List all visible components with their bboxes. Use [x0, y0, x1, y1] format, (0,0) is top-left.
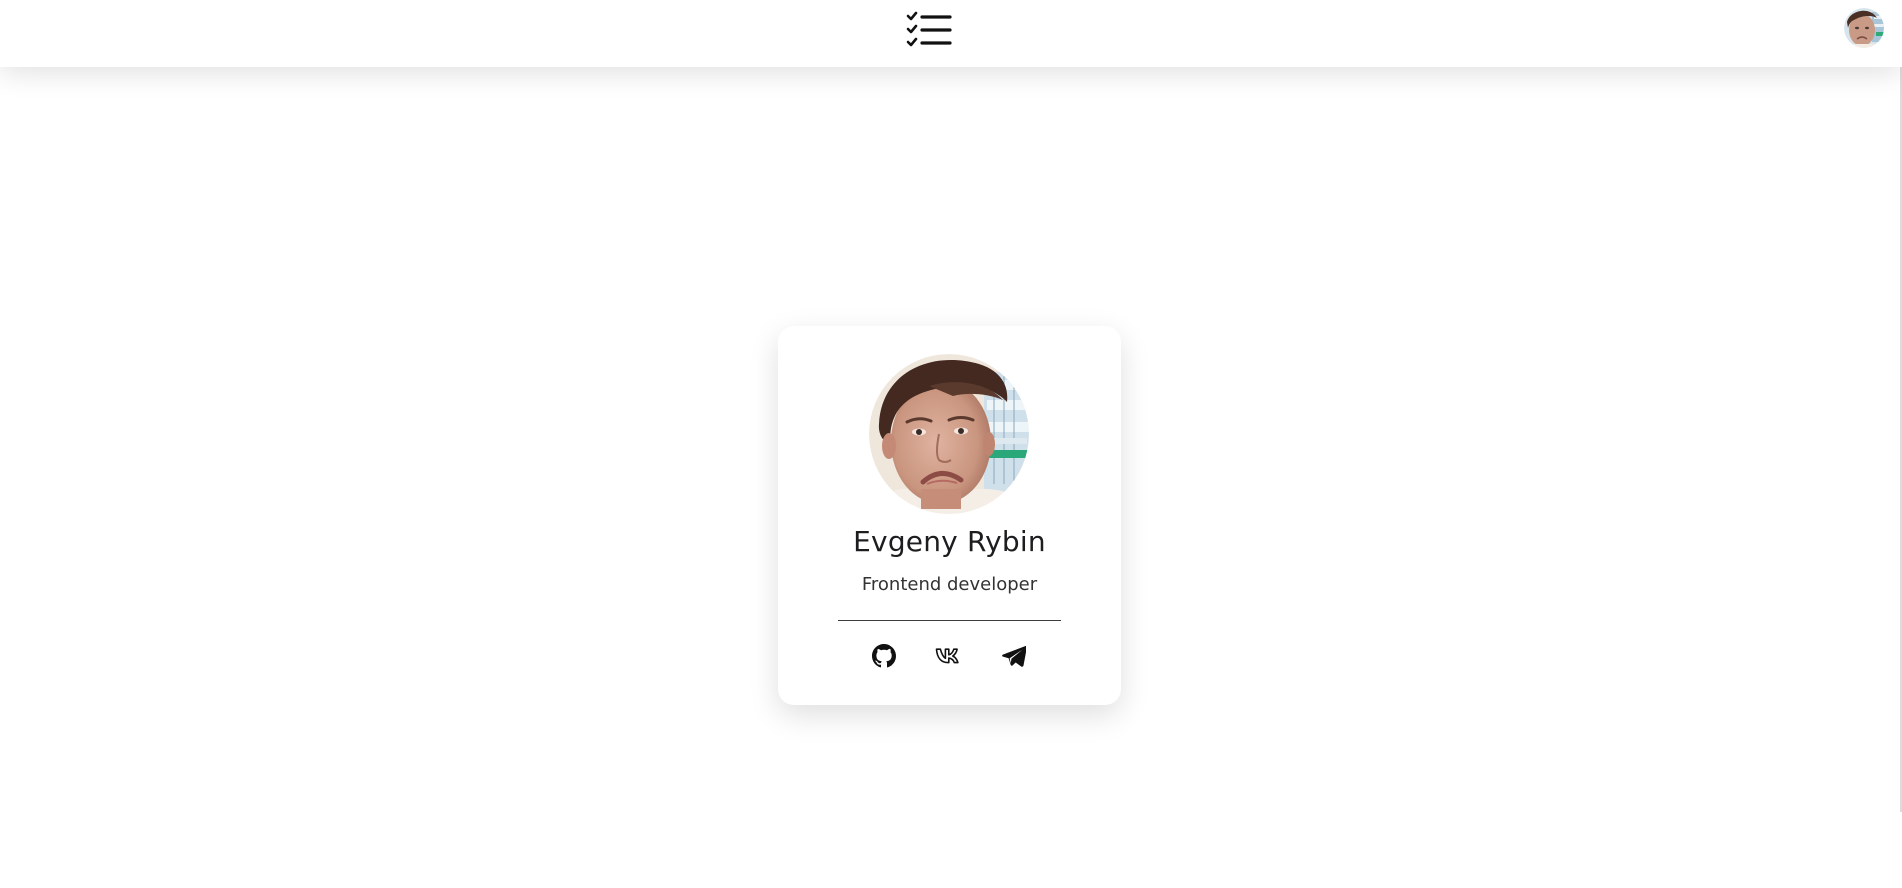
- navbar: [0, 0, 1902, 67]
- profile-role: Frontend developer: [861, 574, 1038, 595]
- github-icon[interactable]: [870, 642, 898, 670]
- page: Evgeny Rybin Frontend developer: [0, 0, 1902, 888]
- divider: [838, 620, 1061, 621]
- user-avatar[interactable]: [1844, 8, 1884, 48]
- vk-icon[interactable]: [935, 642, 963, 670]
- profile-card: Evgeny Rybin Frontend developer: [778, 326, 1121, 705]
- profile-photo: [869, 354, 1029, 514]
- profile-name: Evgeny Rybin: [853, 525, 1046, 558]
- telegram-icon[interactable]: [1000, 642, 1028, 670]
- checklist-logo-icon[interactable]: [905, 11, 953, 49]
